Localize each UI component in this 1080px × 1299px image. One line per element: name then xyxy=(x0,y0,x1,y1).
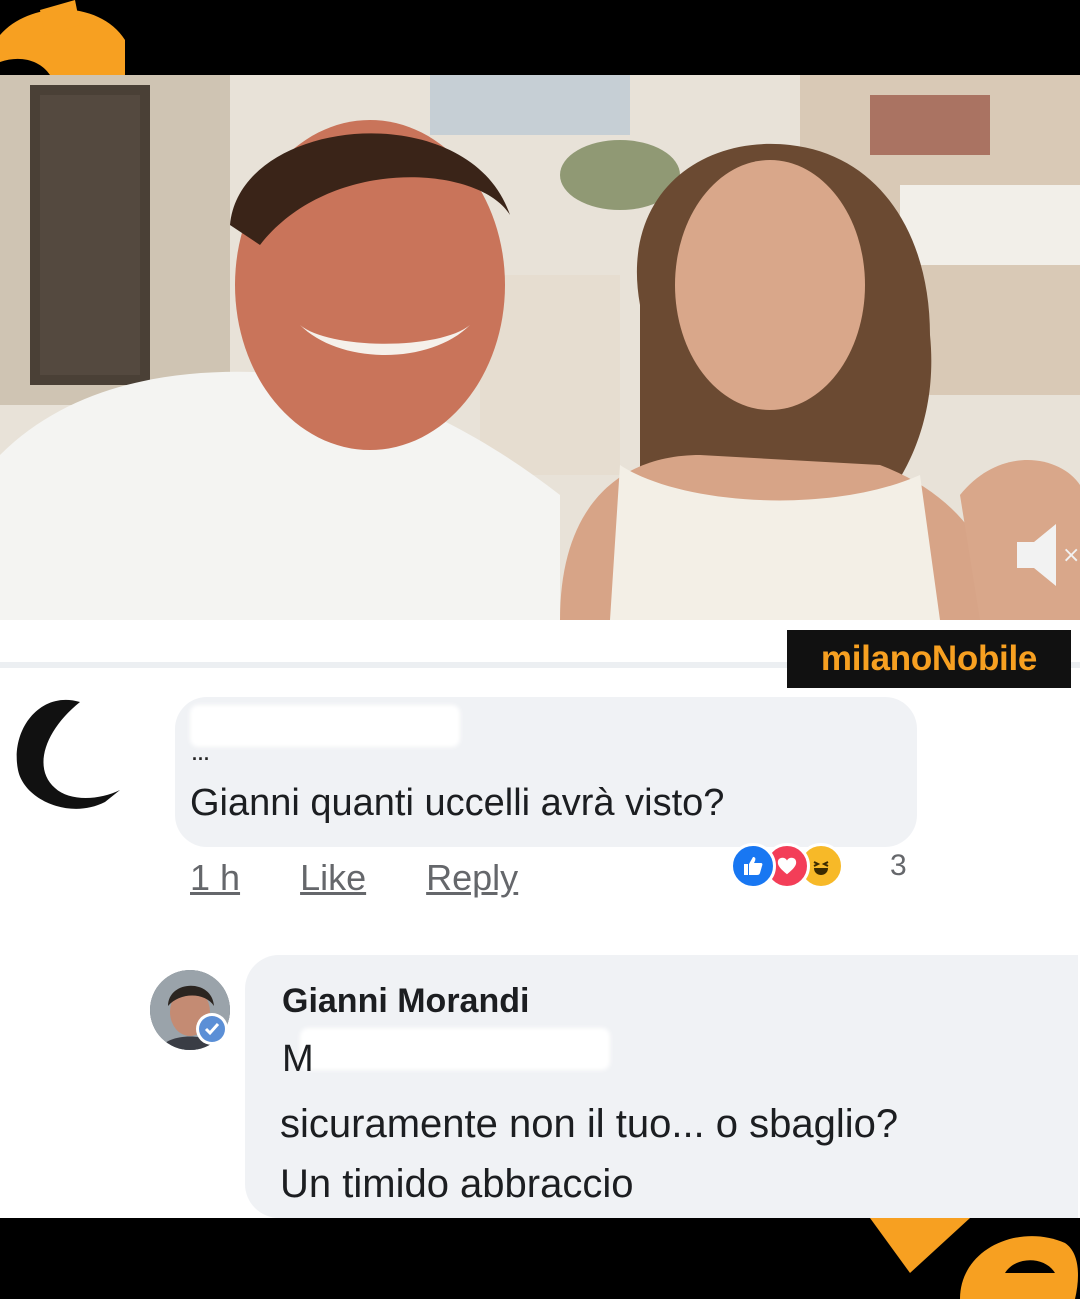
comment-author-fragment: ... xyxy=(192,744,211,764)
top-black-bar xyxy=(0,0,1080,75)
orange-logo-fragment-top xyxy=(0,0,125,75)
reaction-summary[interactable]: 3 xyxy=(730,843,920,889)
comment-actions: 1 h Like Reply xyxy=(190,857,568,899)
reply-text: sicuramente non il tuo... o sbaglio? Un … xyxy=(280,1094,898,1214)
selfie-photo xyxy=(0,75,1080,620)
like-icon xyxy=(730,843,776,889)
comment-timestamp[interactable]: 1 h xyxy=(190,857,240,898)
reaction-count: 3 xyxy=(890,849,907,882)
reply-author-name[interactable]: Gianni Morandi xyxy=(282,982,529,1021)
reply-link[interactable]: Reply xyxy=(426,857,518,898)
redacted-mention xyxy=(300,1028,610,1070)
mention-fragment: M xyxy=(282,1038,314,1080)
reply-line-2: Un timido abbraccio xyxy=(280,1162,634,1206)
verified-badge-icon xyxy=(196,1013,228,1045)
commenter-avatar[interactable] xyxy=(10,690,130,820)
redacted-author-name xyxy=(190,705,460,747)
svg-text:×: × xyxy=(1062,543,1080,568)
watermark-label: milanoNobile xyxy=(787,630,1071,688)
reply-line-1: sicuramente non il tuo... o sbaglio? xyxy=(280,1102,899,1146)
orange-logo-fragment-bottom xyxy=(870,1218,1078,1299)
like-link[interactable]: Like xyxy=(300,857,366,898)
comment-text: Gianni quanti uccelli avrà visto? xyxy=(190,782,725,824)
mute-icon[interactable]: × xyxy=(1012,520,1080,590)
